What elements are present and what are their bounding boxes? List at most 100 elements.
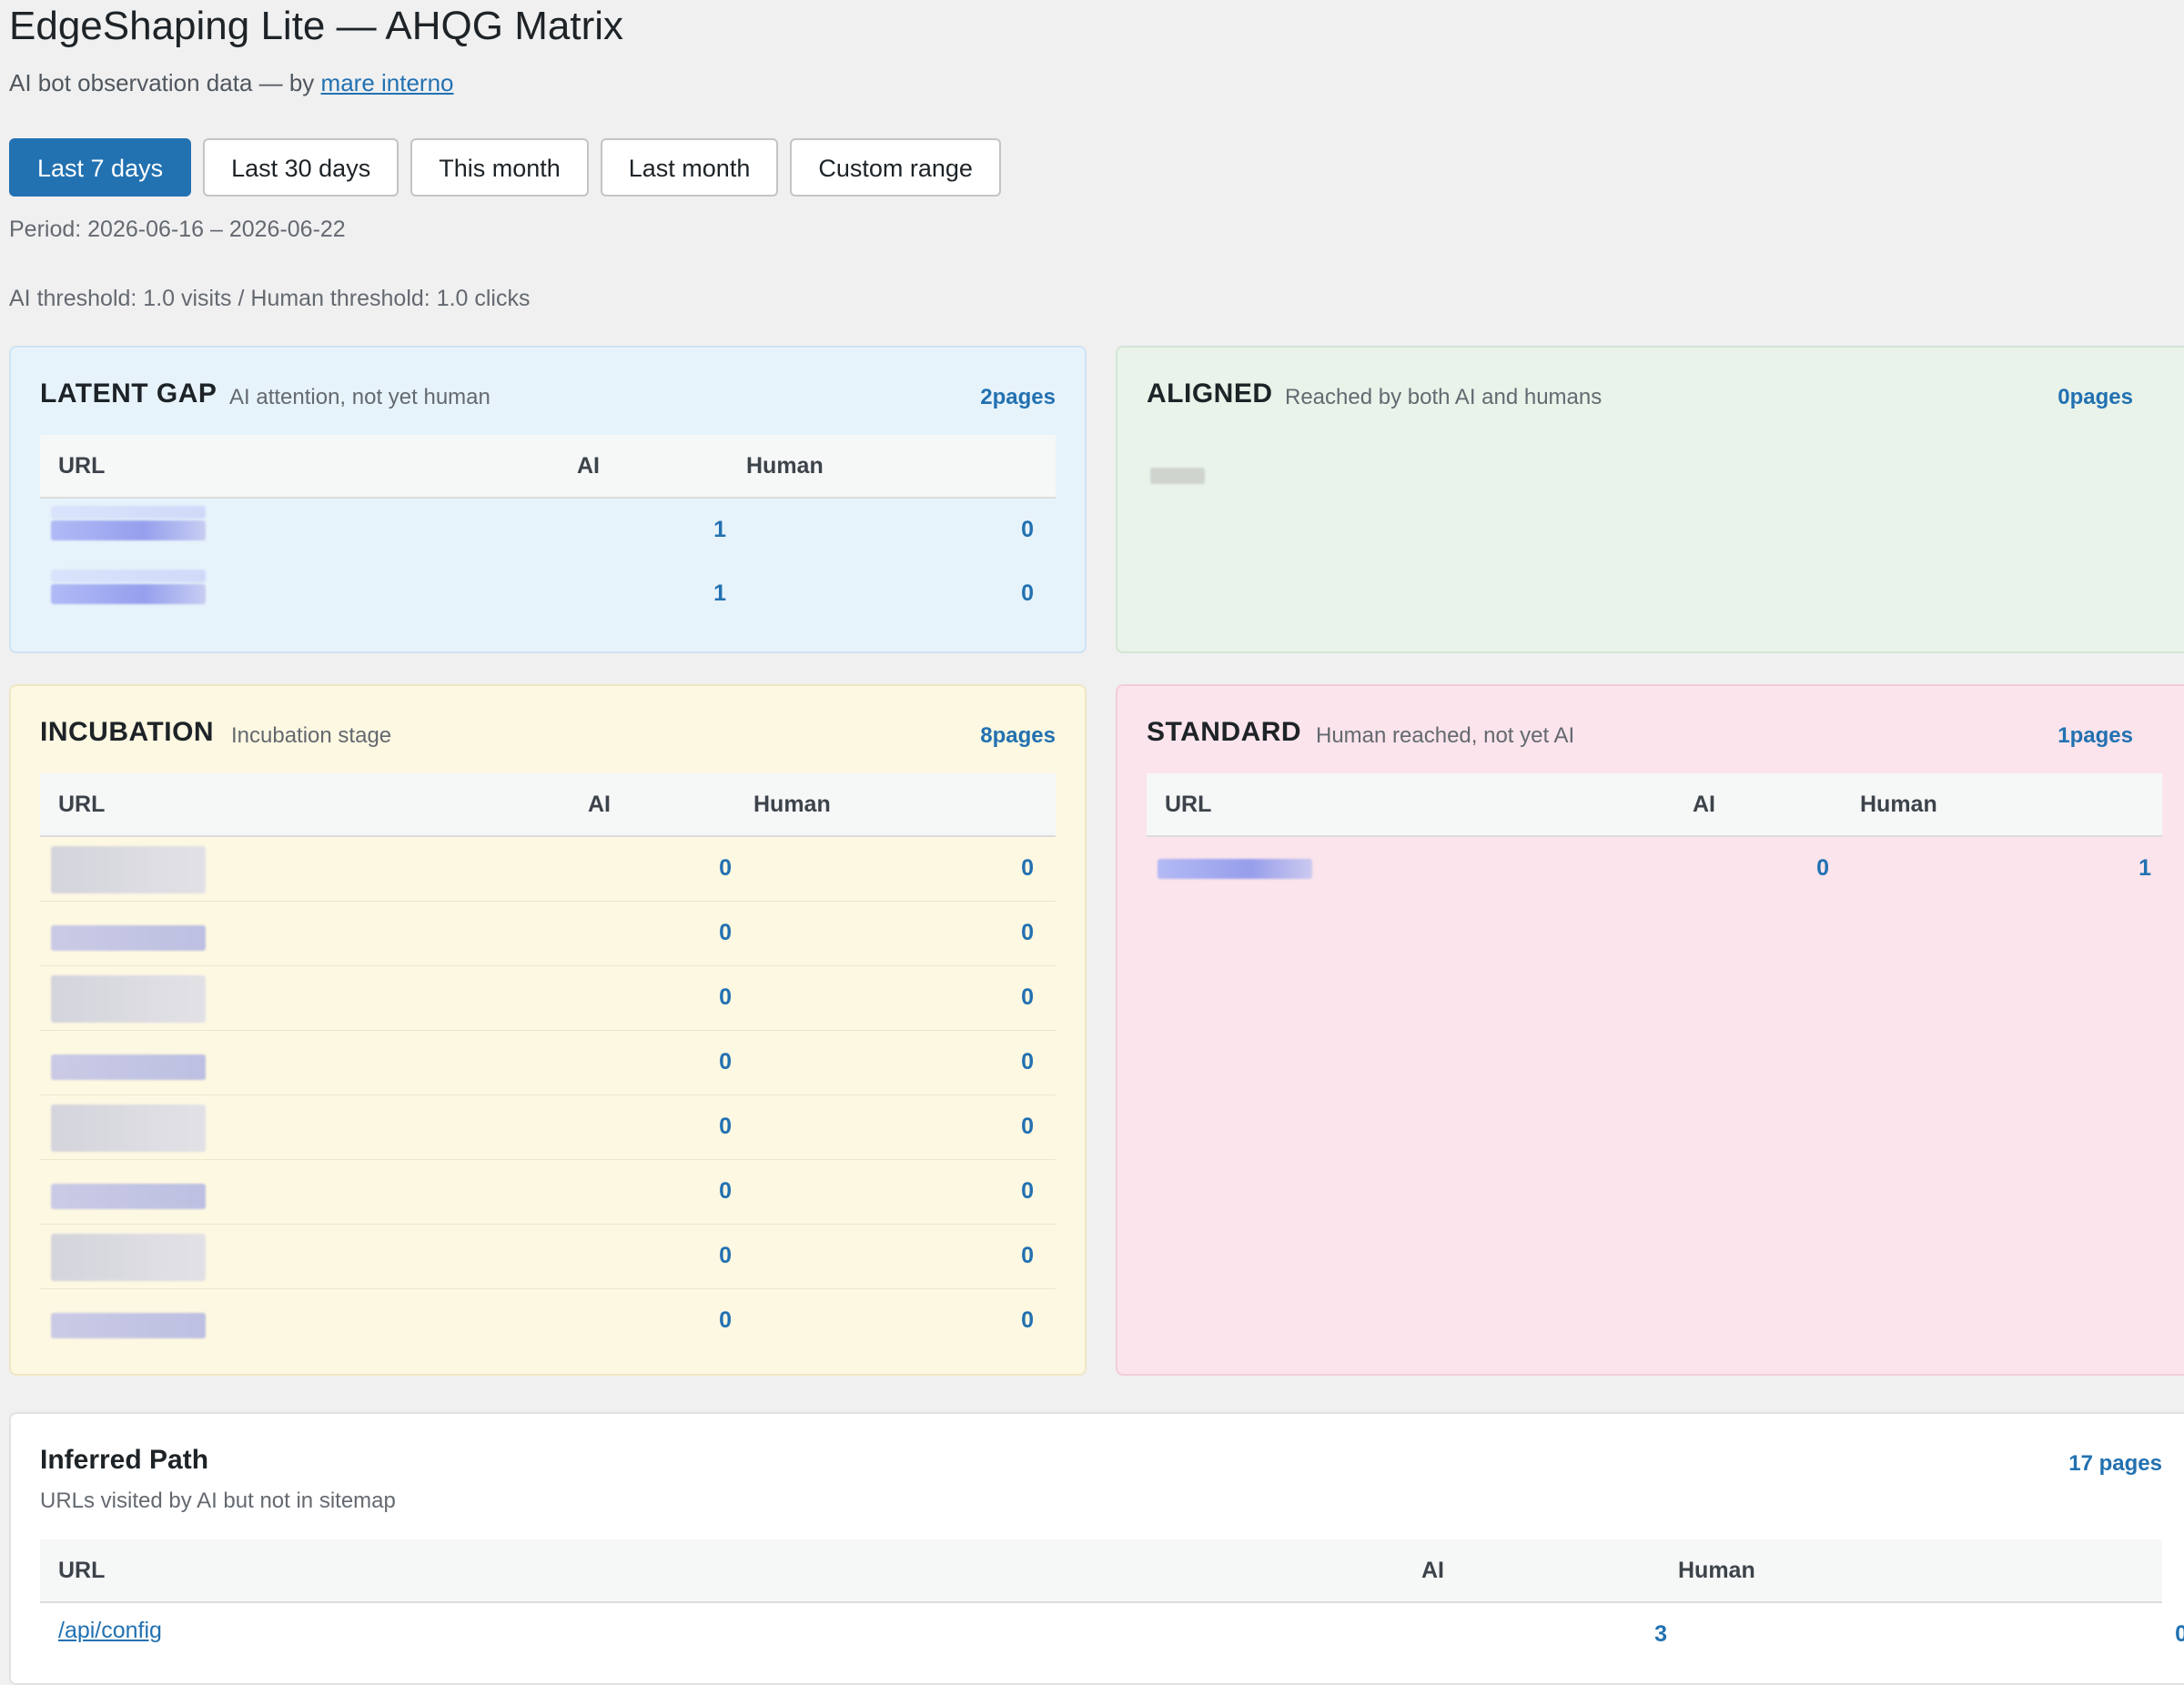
card-subtitle: URLs visited by AI but not in sitemap <box>40 1488 396 1513</box>
aligned-card: ALIGNED Reached by both AI and humans 0p… <box>1116 346 2184 653</box>
redacted-url[interactable] <box>51 520 206 540</box>
col-human: Human <box>1860 792 1937 817</box>
table-header: URL AI Human <box>1147 773 2162 837</box>
table-row: 1 0 <box>40 499 1056 562</box>
ai-value[interactable]: 0 <box>677 1049 732 1075</box>
human-value[interactable]: 0 <box>979 1114 1034 1140</box>
human-value[interactable]: 0 <box>979 984 1034 1011</box>
ai-value[interactable]: 0 <box>677 855 732 882</box>
ai-value[interactable]: 3 <box>1613 1621 1667 1648</box>
human-value[interactable]: 0 <box>2133 1621 2184 1648</box>
table-header: URL AI Human <box>40 435 1056 499</box>
table-row: /api/config 3 0 <box>40 1603 2184 1667</box>
redacted-url[interactable] <box>51 1105 206 1152</box>
redacted-empty-text <box>1150 468 1205 484</box>
page-count[interactable]: 1pages <box>2058 723 2133 749</box>
card-title: ALIGNED <box>1147 378 1273 409</box>
page-title: EdgeShaping Lite — AHQG Matrix <box>9 4 623 48</box>
card-title: Inferred Path <box>40 1445 209 1475</box>
standard-card: STANDARD Human reached, not yet AI 1page… <box>1116 684 2184 1376</box>
card-subtitle: Human reached, not yet AI <box>1316 723 1575 748</box>
date-range-tabs: Last 7 days Last 30 days This month Last… <box>9 138 1001 197</box>
human-value[interactable]: 0 <box>979 920 1034 946</box>
table-row: 0 0 <box>40 1225 1056 1289</box>
redacted-url[interactable] <box>51 846 206 893</box>
ai-value[interactable]: 0 <box>677 984 732 1011</box>
threshold-text: AI threshold: 1.0 visits / Human thresho… <box>9 286 531 311</box>
redacted-url[interactable] <box>1158 859 1312 879</box>
human-value[interactable]: 0 <box>979 517 1034 543</box>
table-row: 0 1 <box>1147 837 2162 901</box>
incubation-card: INCUBATION Incubation stage 8pages URL A… <box>9 684 1087 1376</box>
table-header: URL AI Human <box>40 773 1056 837</box>
human-value[interactable]: 1 <box>2097 855 2151 882</box>
inferred-path-card: Inferred Path 17 pages URLs visited by A… <box>9 1412 2184 1685</box>
byline-text: AI bot observation data — by <box>9 69 315 96</box>
tab-last-month[interactable]: Last month <box>600 138 779 197</box>
redacted-url[interactable] <box>51 1313 206 1338</box>
redacted-url[interactable] <box>51 1184 206 1209</box>
table-row: 0 0 <box>40 837 1056 902</box>
table-row: 0 0 <box>40 1095 1056 1160</box>
card-title: LATENT GAP <box>40 378 217 409</box>
human-value[interactable]: 0 <box>979 1243 1034 1269</box>
table-row: 0 0 <box>40 1289 1056 1353</box>
byline: AI bot observation data — by mare intern… <box>9 69 454 97</box>
col-url: URL <box>58 792 106 817</box>
tab-this-month[interactable]: This month <box>410 138 589 197</box>
card-subtitle: Reached by both AI and humans <box>1285 385 1603 409</box>
table-row: 0 0 <box>40 1160 1056 1225</box>
ai-value[interactable]: 0 <box>1774 855 1829 882</box>
col-url: URL <box>58 453 106 479</box>
table-row: 0 0 <box>40 1031 1056 1095</box>
page-count[interactable]: 0pages <box>2058 385 2133 410</box>
inferred-table: URL AI Human /api/config 3 0 <box>40 1539 2184 1667</box>
ai-value[interactable]: 0 <box>677 1307 732 1334</box>
latent-table: URL AI Human 1 0 1 0 <box>40 435 1056 626</box>
col-ai: AI <box>1693 792 1715 817</box>
col-url: URL <box>1165 792 1212 817</box>
ai-value[interactable]: 1 <box>672 517 726 543</box>
incubation-table: URL AI Human 0 0 0 0 0 0 0 0 0 0 0 0 0 0… <box>40 773 1056 1353</box>
standard-table: URL AI Human 0 1 <box>1147 773 2162 901</box>
card-subtitle: AI attention, not yet human <box>229 385 490 409</box>
page-count[interactable]: 17 pages <box>2068 1451 2162 1477</box>
human-value[interactable]: 0 <box>979 1307 1034 1334</box>
human-value[interactable]: 0 <box>979 1049 1034 1075</box>
redacted-url[interactable] <box>51 925 206 951</box>
tab-last-7-days[interactable]: Last 7 days <box>9 138 192 197</box>
ai-value[interactable]: 0 <box>677 920 732 946</box>
col-human: Human <box>746 453 824 479</box>
page-count[interactable]: 2pages <box>980 385 1056 410</box>
col-ai: AI <box>577 453 600 479</box>
col-ai: AI <box>588 792 611 817</box>
table-header: URL AI Human <box>40 1539 2162 1603</box>
col-url: URL <box>58 1558 106 1583</box>
redacted-url[interactable] <box>51 1234 206 1281</box>
col-human: Human <box>753 792 831 817</box>
redacted-url[interactable] <box>51 584 206 604</box>
ai-value[interactable]: 0 <box>677 1114 732 1140</box>
ai-value[interactable]: 0 <box>677 1178 732 1205</box>
author-link[interactable]: mare interno <box>321 69 454 96</box>
human-value[interactable]: 0 <box>979 1178 1034 1205</box>
url-link[interactable]: /api/config <box>58 1618 162 1644</box>
table-row: 0 0 <box>40 966 1056 1031</box>
col-human: Human <box>1678 1558 1755 1583</box>
redacted-url[interactable] <box>51 1054 206 1080</box>
table-row: 1 0 <box>40 562 1056 626</box>
redacted-url[interactable] <box>51 570 206 582</box>
col-ai: AI <box>1421 1558 1444 1583</box>
tab-custom-range[interactable]: Custom range <box>790 138 1001 197</box>
latent-gap-card: LATENT GAP AI attention, not yet human 2… <box>9 346 1087 653</box>
ai-value[interactable]: 1 <box>672 580 726 607</box>
redacted-url[interactable] <box>51 975 206 1023</box>
card-subtitle: Incubation stage <box>231 723 392 748</box>
ai-value[interactable]: 0 <box>677 1243 732 1269</box>
human-value[interactable]: 0 <box>979 580 1034 607</box>
human-value[interactable]: 0 <box>979 855 1034 882</box>
card-title: STANDARD <box>1147 717 1302 747</box>
page-count[interactable]: 8pages <box>980 723 1056 749</box>
redacted-url[interactable] <box>51 506 206 519</box>
tab-last-30-days[interactable]: Last 30 days <box>203 138 399 197</box>
